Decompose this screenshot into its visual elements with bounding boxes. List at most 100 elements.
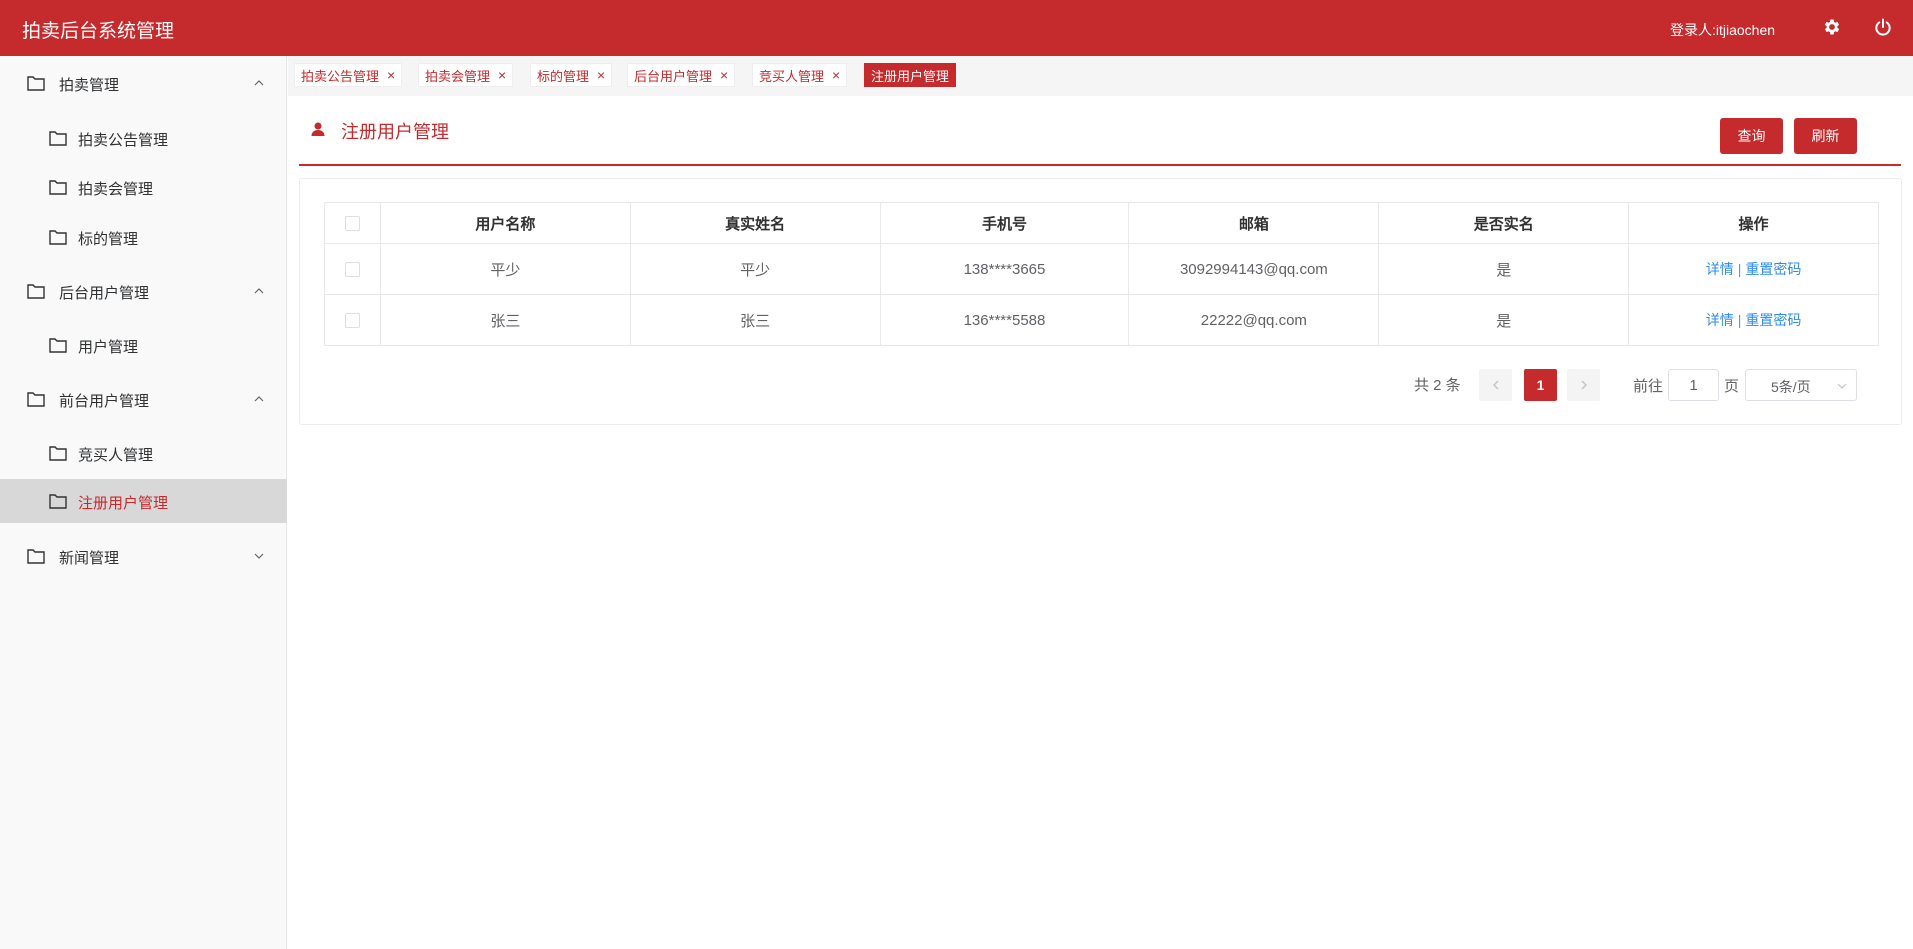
login-user: 登录人:itjiaochen (1670, 22, 1776, 38)
sidebar-item-label: 注册用户管理 (78, 495, 169, 512)
tab-registered-users[interactable]: 注册用户管理 (864, 63, 957, 87)
folder-icon (49, 230, 67, 245)
column-header: 是否实名 (1378, 202, 1630, 244)
cell-verified: 是 (1378, 294, 1630, 346)
cell-verified: 是 (1378, 243, 1630, 295)
chevron-right-icon (1581, 380, 1587, 390)
column-header: 真实姓名 (629, 202, 881, 244)
detail-link[interactable]: 详情 (1706, 312, 1734, 328)
chevron-left-icon (1492, 380, 1498, 390)
tab-auction-session[interactable]: 拍卖会管理 × (418, 63, 514, 87)
reset-password-link[interactable]: 重置密码 (1745, 261, 1801, 277)
power-icon[interactable] (1870, 14, 1896, 40)
sidebar-item-label: 拍卖会管理 (78, 181, 154, 198)
page-size-select[interactable]: 5条/页 (1745, 369, 1857, 401)
reset-password-link[interactable]: 重置密码 (1745, 312, 1801, 328)
cell-phone: 138****3665 (879, 243, 1130, 295)
close-icon[interactable]: × (387, 68, 395, 82)
sidebar-item-label: 用户管理 (78, 339, 139, 356)
tab-backend-users[interactable]: 后台用户管理 × (627, 63, 736, 87)
close-icon[interactable]: × (597, 68, 605, 82)
goto-page-input[interactable] (1668, 369, 1719, 401)
column-header: 邮箱 (1128, 202, 1380, 244)
pagination-total: 共 2 条 (1414, 377, 1461, 394)
close-icon[interactable]: × (498, 68, 506, 82)
sidebar-item-news-management[interactable]: 新闻管理 (0, 534, 287, 578)
cell-username: 张三 (379, 294, 631, 346)
page-size-value: 5条/页 (1771, 379, 1811, 395)
chevron-up-icon (254, 80, 264, 86)
tab-bar: 拍卖公告管理 × 拍卖会管理 × 标的管理 × 后台用户管理 × 竞买人管理 × 注册用户… (288, 56, 1913, 96)
sidebar-item-frontend-users[interactable]: 前台用户管理 (0, 377, 287, 421)
tab-label: 注册用户管理 (871, 68, 950, 84)
sidebar-item-auction-notice[interactable]: 拍卖公告管理 (0, 116, 287, 160)
folder-icon (49, 131, 67, 146)
table-card: 用户名称 真实姓名 手机号 邮箱 是否实名 操作 平少 平少 138****36… (299, 178, 1902, 425)
sidebar-item-label: 标的管理 (78, 231, 139, 248)
sidebar-item-bidder-management[interactable]: 竞买人管理 (0, 431, 287, 475)
tab-bidder-management[interactable]: 竞买人管理 × (752, 63, 848, 87)
cell-actions: 详情 | 重置密码 (1628, 243, 1879, 295)
sidebar-item-label: 前台用户管理 (59, 393, 150, 410)
folder-icon (27, 549, 45, 564)
goto-prefix-label: 前往 (1633, 378, 1664, 395)
folder-icon (49, 180, 67, 195)
select-all-cell (324, 202, 381, 244)
gear-icon[interactable] (1819, 14, 1845, 40)
sidebar: 拍卖管理 拍卖公告管理 拍卖会管理 标的管理 后台用户管理 用户管理 前台用户管… (0, 56, 287, 949)
tab-label: 竞买人管理 (759, 68, 825, 84)
detail-link[interactable]: 详情 (1706, 261, 1734, 277)
folder-icon (27, 284, 45, 299)
chevron-up-icon (254, 288, 264, 294)
refresh-button[interactable]: 刷新 (1794, 118, 1857, 154)
select-all-checkbox[interactable] (344, 216, 360, 232)
tab-lot-management[interactable]: 标的管理 × (530, 63, 613, 87)
prev-page-button[interactable] (1479, 369, 1512, 401)
row-select-cell (324, 243, 381, 295)
action-separator: | (1737, 312, 1742, 328)
folder-icon (27, 392, 45, 407)
query-button[interactable]: 查询 (1720, 118, 1783, 154)
page-title: 注册用户管理 (341, 122, 449, 142)
column-header: 用户名称 (379, 202, 631, 244)
close-icon[interactable]: × (720, 68, 728, 82)
column-header: 手机号 (879, 202, 1130, 244)
chevron-up-icon (254, 396, 264, 402)
cell-actions: 详情 | 重置密码 (1628, 294, 1879, 346)
sidebar-item-lot-management[interactable]: 标的管理 (0, 215, 287, 259)
users-table: 用户名称 真实姓名 手机号 邮箱 是否实名 操作 平少 平少 138****36… (324, 202, 1879, 346)
tab-label: 拍卖会管理 (425, 68, 491, 84)
chevron-down-icon (1837, 383, 1847, 389)
sidebar-item-label: 竞买人管理 (78, 447, 154, 464)
sidebar-item-label: 新闻管理 (59, 550, 120, 567)
sidebar-item-label: 拍卖公告管理 (78, 132, 169, 149)
page-number-current[interactable]: 1 (1524, 369, 1557, 401)
sidebar-item-label: 后台用户管理 (59, 285, 150, 302)
folder-icon (49, 338, 67, 353)
next-page-button[interactable] (1567, 369, 1600, 401)
row-checkbox[interactable] (344, 262, 360, 278)
cell-phone: 136****5588 (879, 294, 1130, 346)
folder-icon (49, 494, 67, 509)
row-checkbox[interactable] (344, 313, 360, 329)
sidebar-item-user-management[interactable]: 用户管理 (0, 323, 287, 367)
cell-email: 3092994143@qq.com (1128, 243, 1380, 295)
table-row: 平少 平少 138****3665 3092994143@qq.com 是 详情… (324, 243, 1879, 295)
tab-auction-notice[interactable]: 拍卖公告管理 × (294, 63, 403, 87)
table-header-row: 用户名称 真实姓名 手机号 邮箱 是否实名 操作 (324, 202, 1879, 244)
folder-icon (27, 76, 45, 91)
folder-icon (49, 446, 67, 461)
sidebar-item-auction-session[interactable]: 拍卖会管理 (0, 165, 287, 209)
goto-suffix-label: 页 (1724, 378, 1740, 395)
cell-real-name: 张三 (629, 294, 881, 346)
sidebar-item-auction-management[interactable]: 拍卖管理 (0, 61, 287, 105)
tab-label: 拍卖公告管理 (301, 68, 380, 84)
cell-real-name: 平少 (629, 243, 881, 295)
close-icon[interactable]: × (832, 68, 840, 82)
chevron-down-icon (254, 553, 264, 559)
action-separator: | (1737, 261, 1742, 277)
sidebar-item-label: 拍卖管理 (59, 77, 120, 94)
sidebar-item-registered-users[interactable]: 注册用户管理 (0, 479, 287, 523)
page-header: 注册用户管理 查询 刷新 (299, 96, 1901, 166)
sidebar-item-backend-users[interactable]: 后台用户管理 (0, 269, 287, 313)
